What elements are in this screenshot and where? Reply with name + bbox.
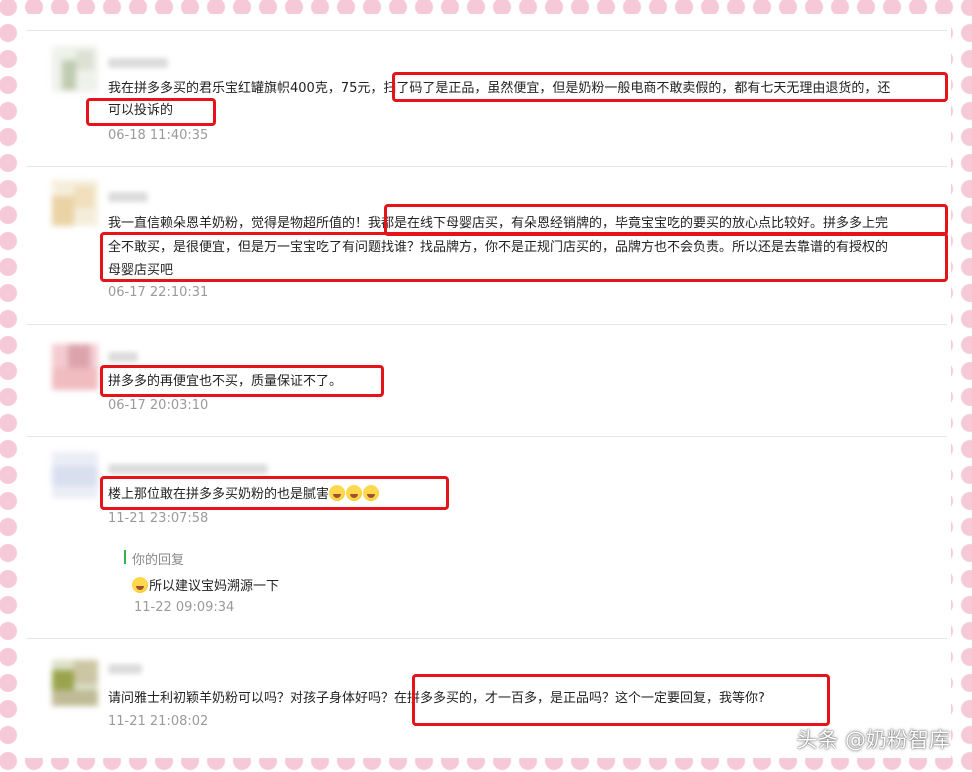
username[interactable] [108, 352, 138, 362]
laughing-tears-emoji-icon [329, 485, 346, 501]
username[interactable] [108, 664, 142, 674]
comment-panel: 我在拼多多买的君乐宝红罐旗帜400克，75元，扫了码了是正品，虽然便宜，但是奶粉… [20, 14, 951, 758]
username[interactable] [108, 464, 268, 474]
username[interactable] [108, 58, 168, 68]
reply-time: 11-22 09:09:34 [134, 600, 235, 615]
avatar[interactable] [52, 344, 98, 390]
avatar[interactable] [52, 46, 98, 92]
reply-text-content: 所以建议宝妈溯源一下 [149, 579, 280, 594]
username[interactable] [108, 192, 148, 202]
comment-text-content: 楼上那位敢在拼多多买奶粉的也是腻害 [108, 487, 330, 502]
laughing-tears-emoji-icon [132, 577, 148, 593]
divider [26, 436, 947, 437]
comment-text-line2: 全不敢买，是很便宜，但是万一宝宝吃了有问题找谁？找品牌方，你不是正规门店买的，品… [108, 240, 889, 255]
avatar[interactable] [52, 180, 98, 226]
avatar[interactable] [52, 452, 98, 498]
comment-time: 06-17 22:10:31 [108, 285, 209, 300]
comment-text-line3: 母婴店买吧 [108, 263, 174, 278]
avatar[interactable] [52, 660, 98, 706]
comment-time: 06-17 20:03:10 [108, 398, 209, 413]
comment-text-line2: 可以投诉的 [108, 103, 174, 118]
comment-time: 11-21 21:08:02 [108, 714, 209, 729]
watermark: 头条 @奶粉智库 [796, 728, 950, 752]
divider [26, 324, 947, 325]
divider [26, 166, 947, 167]
comment-text: 我一直信赖朵恩羊奶粉，觉得是物超所值的！我都是在线下母婴店买，有朵恩经销牌的，毕… [108, 216, 889, 231]
divider [26, 30, 947, 31]
reply-text: 所以建议宝妈溯源一下 [132, 575, 279, 594]
divider [26, 638, 947, 639]
comment-text: 请问雅士利初颖羊奶粉可以吗？对孩子身体好吗？在拼多多买的，才一百多，是正品吗？这… [108, 691, 765, 706]
comment-time: 06-18 11:40:35 [108, 128, 209, 143]
reply-indicator [124, 550, 126, 564]
laughing-tears-emoji-icon [346, 485, 363, 501]
comment-text: 楼上那位敢在拼多多买奶粉的也是腻害 [108, 482, 948, 507]
laughing-tears-emoji-icon [363, 485, 380, 501]
reply-label: 你的回复 [132, 553, 185, 568]
comment-text: 拼多多的再便宜也不买，质量保证不了。 [108, 374, 343, 389]
comment-time: 11-21 23:07:58 [108, 511, 209, 526]
